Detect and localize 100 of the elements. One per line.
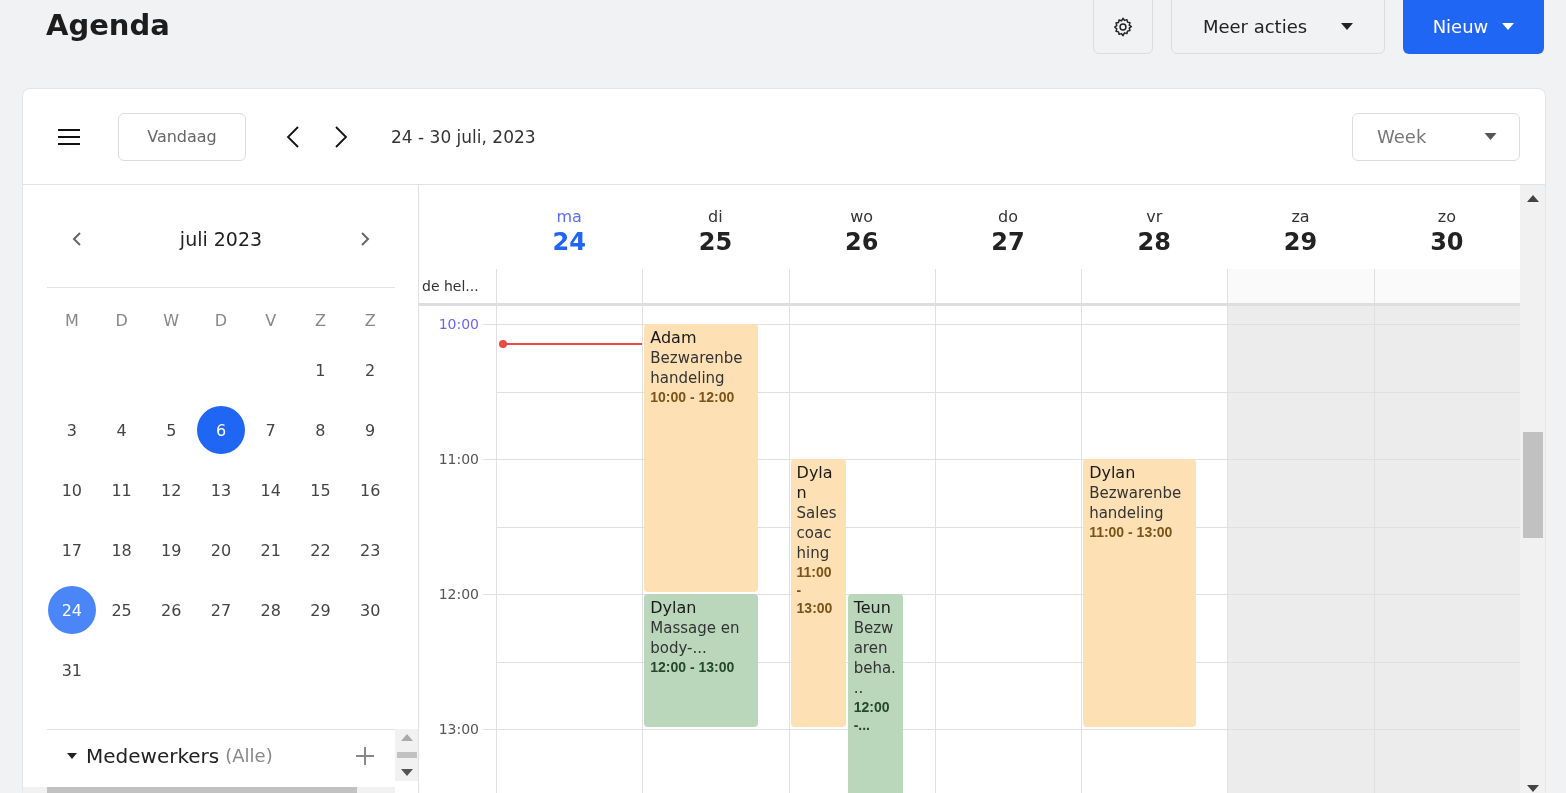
weekday-name: za xyxy=(1291,206,1310,226)
hour-label: 12:00 xyxy=(438,585,479,603)
appointment-person: Teun xyxy=(853,598,892,618)
chevron-right-icon xyxy=(360,231,370,247)
calendar-day[interactable]: 25 xyxy=(97,586,146,634)
weekday-label: Z xyxy=(364,310,376,330)
appointment-time: 12:00 -... xyxy=(853,698,891,734)
appointment-time: 11:00 - 13:00 xyxy=(796,563,834,617)
date-range: 24 - 30 juli, 2023 xyxy=(391,126,536,147)
chevron-right-icon xyxy=(334,124,348,149)
calendar-day[interactable]: 10 xyxy=(47,466,96,514)
scroll-thumb[interactable] xyxy=(396,752,417,758)
caret-icon xyxy=(67,752,77,759)
scrollbar[interactable] xyxy=(395,729,418,781)
appointment-time: 11:00 - 13:00 xyxy=(1089,523,1174,541)
scroll-up-icon[interactable] xyxy=(1526,195,1539,203)
day-number: 27 xyxy=(991,227,1025,256)
calendar-day[interactable]: 13 xyxy=(197,466,245,514)
calendar-day[interactable]: 4 xyxy=(97,406,146,454)
appointment-person: Adam xyxy=(650,328,698,348)
appointment-person: Dylan xyxy=(796,463,834,503)
calendar-day[interactable]: 9 xyxy=(346,406,395,454)
calendar-day[interactable]: 12 xyxy=(147,466,196,514)
weekday-label: Z xyxy=(314,310,326,330)
day-number: 24 xyxy=(552,227,586,256)
calendar-day[interactable]: 1 xyxy=(296,346,345,394)
scrollbar[interactable] xyxy=(1520,185,1545,793)
calendar-day[interactable]: 21 xyxy=(246,526,295,574)
calendar-day[interactable]: 26 xyxy=(147,586,196,634)
weekday-label: D xyxy=(115,310,128,330)
chevron-left-icon xyxy=(286,124,300,149)
calendar-day[interactable]: 29 xyxy=(296,586,345,634)
day-number: 28 xyxy=(1137,227,1171,256)
weekday-label: D xyxy=(214,310,228,330)
calendar-day[interactable]: 30 xyxy=(346,586,395,634)
calendar-day[interactable]: 27 xyxy=(197,586,245,634)
settings-button[interactable] xyxy=(1093,0,1153,54)
weekday-label: M xyxy=(64,310,79,330)
menu-icon xyxy=(57,127,81,146)
calendar-day[interactable]: 15 xyxy=(296,466,345,514)
scroll-down-icon[interactable] xyxy=(1526,785,1539,793)
calendar-day[interactable]: 17 xyxy=(47,526,96,574)
appointment-person: Dylan xyxy=(650,598,698,618)
caret-icon xyxy=(1484,133,1497,140)
weekday-name: ma xyxy=(556,206,582,226)
calendar-day[interactable]: 2 xyxy=(346,346,395,394)
calendar-day[interactable]: 5 xyxy=(147,406,196,454)
day-number: 25 xyxy=(698,227,733,256)
appointment-time: 10:00 - 12:00 xyxy=(650,388,736,406)
appointment-person: Dylan xyxy=(1089,463,1137,483)
weekday-name: zo xyxy=(1437,206,1456,226)
appointment-service: Bezwarenbehandeling xyxy=(650,348,744,388)
weekday-name: vr xyxy=(1146,206,1163,226)
calendar-day[interactable]: 8 xyxy=(296,406,345,454)
calendar-day[interactable]: 18 xyxy=(97,526,146,574)
caret-icon xyxy=(1502,23,1515,30)
month-title: juli 2023 xyxy=(179,228,263,250)
appointment-time: 12:00 - 13:00 xyxy=(650,658,736,676)
appointment[interactable]: Dylan Massage en body-... 12:00 - 13:00 xyxy=(644,594,758,727)
appointment-service: Massage en body-... xyxy=(650,618,741,658)
calendar-day[interactable]: 16 xyxy=(346,466,395,514)
calendar-day[interactable]: 22 xyxy=(296,526,345,574)
more-actions-button[interactable]: Meer acties xyxy=(1171,0,1385,54)
today-button[interactable]: Vandaag xyxy=(118,112,246,161)
calendar-day[interactable]: 6 xyxy=(197,406,245,454)
appointment[interactable]: Adam Bezwarenbehandeling 10:00 - 12:00 xyxy=(644,324,758,592)
appointment[interactable]: Dylan Bezwarenbehandeling 11:00 - 13:00 xyxy=(1083,459,1197,727)
calendar-day[interactable]: 23 xyxy=(346,526,395,574)
appointment-service: Bezwarenbeha... xyxy=(853,618,897,698)
new-button[interactable]: Nieuw xyxy=(1403,0,1544,54)
caret-icon xyxy=(1341,23,1354,30)
calendar-day[interactable]: 20 xyxy=(197,526,245,574)
calendar-day[interactable]: 3 xyxy=(47,406,96,454)
appointment-service: Bezwarenbehandeling xyxy=(1089,483,1183,523)
calendar-day[interactable]: 31 xyxy=(47,646,96,694)
appointment[interactable]: Teun Bezwarenbeha... 12:00 -... xyxy=(847,594,903,793)
weekday-name: do xyxy=(998,206,1018,226)
weekday-label: W xyxy=(163,310,180,330)
weekday-label: V xyxy=(265,310,277,330)
page-title: Agenda xyxy=(46,8,170,42)
chevron-left-icon xyxy=(72,231,82,247)
calendar-day[interactable]: 19 xyxy=(147,526,196,574)
plus-icon xyxy=(355,745,375,766)
hour-label: 11:00 xyxy=(438,450,479,468)
view-select[interactable]: Week xyxy=(1352,112,1520,161)
weekday-name: di xyxy=(708,206,723,226)
day-number: 29 xyxy=(1283,227,1318,256)
staff-toggle[interactable]: Medewerkers xyxy=(67,743,220,768)
calendar-day[interactable]: 11 xyxy=(97,466,146,514)
appointment[interactable]: Dylan Sales coaching 11:00 - 13:00 xyxy=(790,459,846,727)
calendar-day[interactable]: 7 xyxy=(246,406,295,454)
appointment-service: Sales coaching xyxy=(796,503,838,563)
menu-button[interactable] xyxy=(57,127,81,146)
day-number: 26 xyxy=(845,227,879,256)
hour-label: 10:00 xyxy=(438,315,479,333)
add-staff-button[interactable] xyxy=(355,745,375,766)
scroll-down-icon[interactable] xyxy=(400,769,413,777)
scroll-thumb[interactable] xyxy=(1522,432,1543,538)
calendar-day[interactable]: 14 xyxy=(246,466,295,514)
calendar-day[interactable]: 28 xyxy=(246,586,295,634)
